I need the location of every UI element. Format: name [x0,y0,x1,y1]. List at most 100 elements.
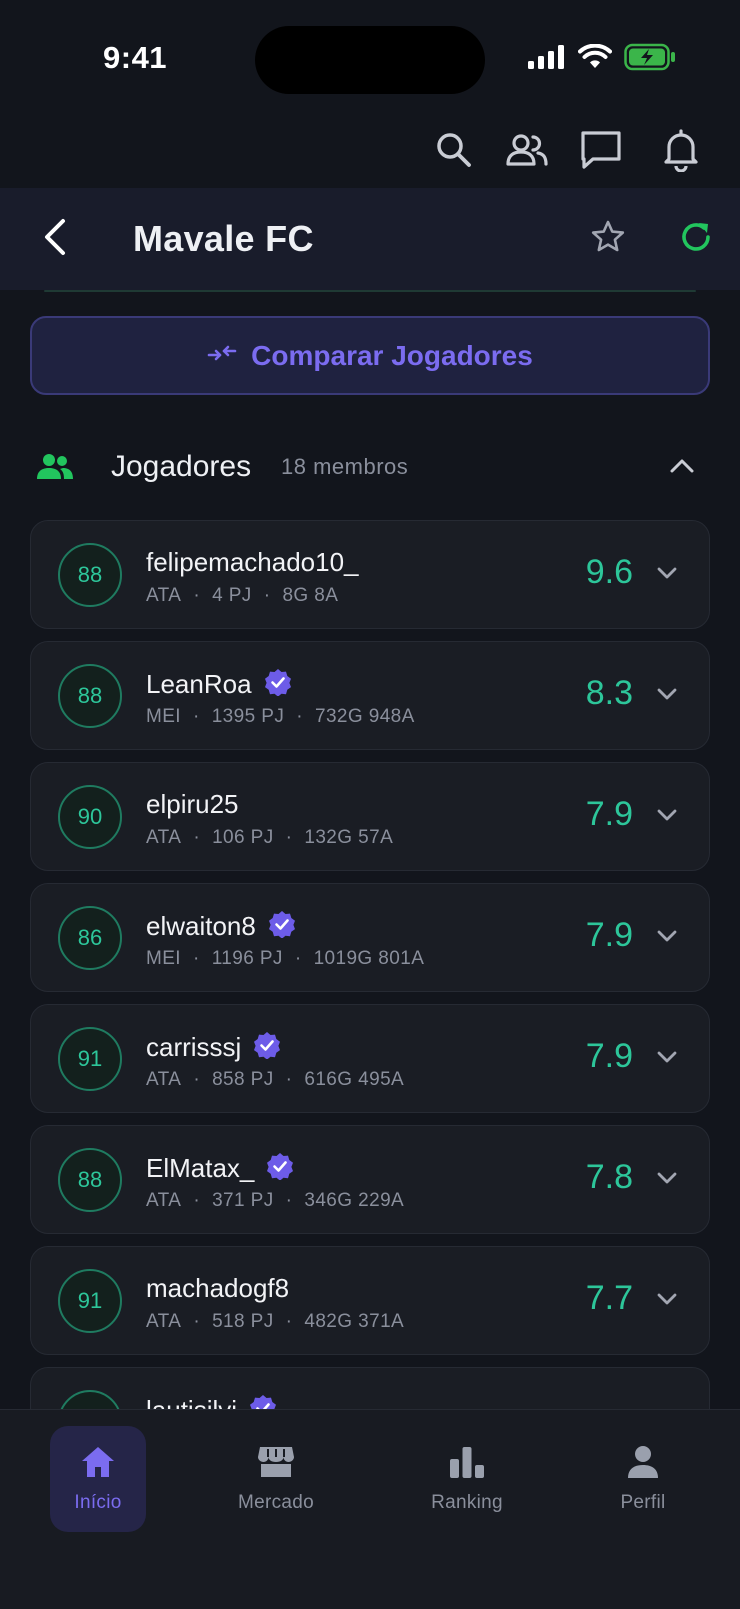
player-card[interactable]: 91 carrisssj ATA · 858 PJ · 616G 495A 7.9 [30,1004,710,1113]
chat-icon[interactable] [576,125,626,175]
player-games: 518 PJ [212,1311,274,1332]
player-name-row: machadogf8 [146,1273,289,1304]
player-position: ATA [146,585,182,606]
expand-player-button[interactable] [649,799,685,835]
chevron-down-icon [656,687,678,706]
expand-player-button[interactable] [649,1041,685,1077]
chevron-down-icon [656,1050,678,1069]
nav-item-ranking[interactable]: Ranking [419,1426,515,1532]
chevron-down-icon [656,808,678,827]
nav-label: Mercado [237,1491,315,1513]
player-card[interactable]: 86 elwaiton8 MEI · 1196 PJ · 1019G 801A 7.9 [30,883,710,992]
player-name: LeanRoa [146,669,252,699]
player-games: 4 PJ [212,585,252,606]
player-stats: MEI · 1395 PJ · 732G 948A [146,706,415,728]
separator-dot: · [263,585,271,606]
player-card[interactable]: 91 machadogf8 ATA · 518 PJ · 482G 371A 7.7 [30,1246,710,1355]
player-position: ATA [146,1190,182,1211]
chevron-down-icon [656,566,678,585]
player-stats: ATA · 4 PJ · 8G 8A [146,585,338,607]
verified-badge-icon [264,668,292,701]
player-overall-badge: 86 [58,906,122,970]
store-icon [257,1445,295,1484]
player-stats: ATA · 858 PJ · 616G 495A [146,1069,404,1091]
nav-item-inicio[interactable]: Início [50,1426,146,1532]
friends-icon[interactable] [502,125,552,175]
player-name-row: felipemachado10_ [146,547,359,578]
expand-player-button[interactable] [649,920,685,956]
player-card[interactable]: 90 elpiru25 ATA · 106 PJ · 132G 57A 7.9 [30,762,710,871]
expand-player-button[interactable] [649,1162,685,1198]
group-icon [36,452,74,487]
verified-badge-icon [266,1152,294,1185]
player-games: 371 PJ [212,1190,274,1211]
status-icons [528,43,676,76]
collapse-section-button[interactable] [660,448,704,488]
player-rating: 7.9 [585,916,633,954]
battery-charging-icon [624,43,676,76]
nav-item-perfil[interactable]: Perfil [595,1426,691,1532]
player-card[interactable]: 88 ElMatax_ ATA · 371 PJ · 346G 229A 7.8 [30,1125,710,1234]
cellular-signal-icon [528,44,566,74]
wifi-icon [578,43,612,75]
bell-icon[interactable] [656,125,706,175]
compare-players-button[interactable]: Comparar Jogadores [30,316,710,395]
separator-dot: · [193,585,201,606]
player-overall-badge: 90 [58,785,122,849]
player-overall-badge: 88 [58,1148,122,1212]
player-goals-assists: 132G 57A [304,827,394,848]
expand-player-button[interactable] [649,557,685,593]
separator-dot: · [285,1311,293,1332]
home-icon [80,1445,116,1484]
player-games: 1196 PJ [211,948,283,969]
player-overall-badge: 91 [58,1027,122,1091]
player-position: MEI [146,948,181,969]
separator-dot: · [285,827,293,848]
expand-player-button[interactable] [649,1283,685,1319]
player-list: 88 felipemachado10_ ATA · 4 PJ · 8G 8A 9.6 8… [30,520,710,1409]
verified-badge-icon [268,910,296,943]
player-card[interactable]: 88 LeanRoa MEI · 1395 PJ · 732G 948A 8.3 [30,641,710,750]
player-name: lautisilvi [146,1395,237,1409]
top-actions [0,125,740,185]
star-icon [590,219,626,260]
player-name-row: LeanRoa [146,668,292,701]
separator-dot: · [296,706,303,727]
players-section-header: Jogadores 18 membros [0,440,740,496]
player-name-row: elpiru25 [146,789,239,820]
chevron-down-icon [656,1292,678,1311]
nav-label: Início [74,1491,122,1513]
player-position: ATA [146,1069,182,1090]
player-stats: MEI · 1196 PJ · 1019G 801A [146,948,424,970]
player-games: 106 PJ [212,827,274,848]
player-overall-badge: 91 [58,1269,122,1333]
user-icon [626,1445,660,1484]
player-goals-assists: 1019G 801A [313,948,425,969]
player-overall-badge [58,1390,122,1409]
player-position: ATA [146,1311,182,1332]
player-card[interactable]: 88 felipemachado10_ ATA · 4 PJ · 8G 8A 9.6 [30,520,710,629]
separator-dot: · [285,1190,293,1211]
favorite-button[interactable] [583,216,633,262]
player-rating: 8.3 [585,674,633,712]
player-name-row: ElMatax_ [146,1152,294,1185]
player-stats: ATA · 371 PJ · 346G 229A [146,1190,404,1212]
refresh-icon [678,219,714,260]
separator-dot: · [193,827,201,848]
player-name: felipemachado10_ [146,547,359,577]
chevron-down-icon [656,929,678,948]
player-goals-assists: 346G 229A [304,1190,405,1211]
player-card[interactable]: lautisilvi [30,1367,710,1409]
expand-player-button[interactable] [649,678,685,714]
player-name-row: elwaiton8 [146,910,296,943]
refresh-button[interactable] [671,216,721,262]
back-button[interactable] [30,212,80,266]
player-rating: 7.7 [585,1279,633,1317]
bar-chart-icon [448,1445,486,1484]
members-count: 18 membros [281,454,409,479]
search-icon[interactable] [429,125,479,175]
nav-item-mercado[interactable]: Mercado [228,1426,324,1532]
chevron-down-icon [656,1171,678,1190]
player-overall-badge: 88 [58,664,122,728]
player-rating: 7.8 [585,1158,633,1196]
